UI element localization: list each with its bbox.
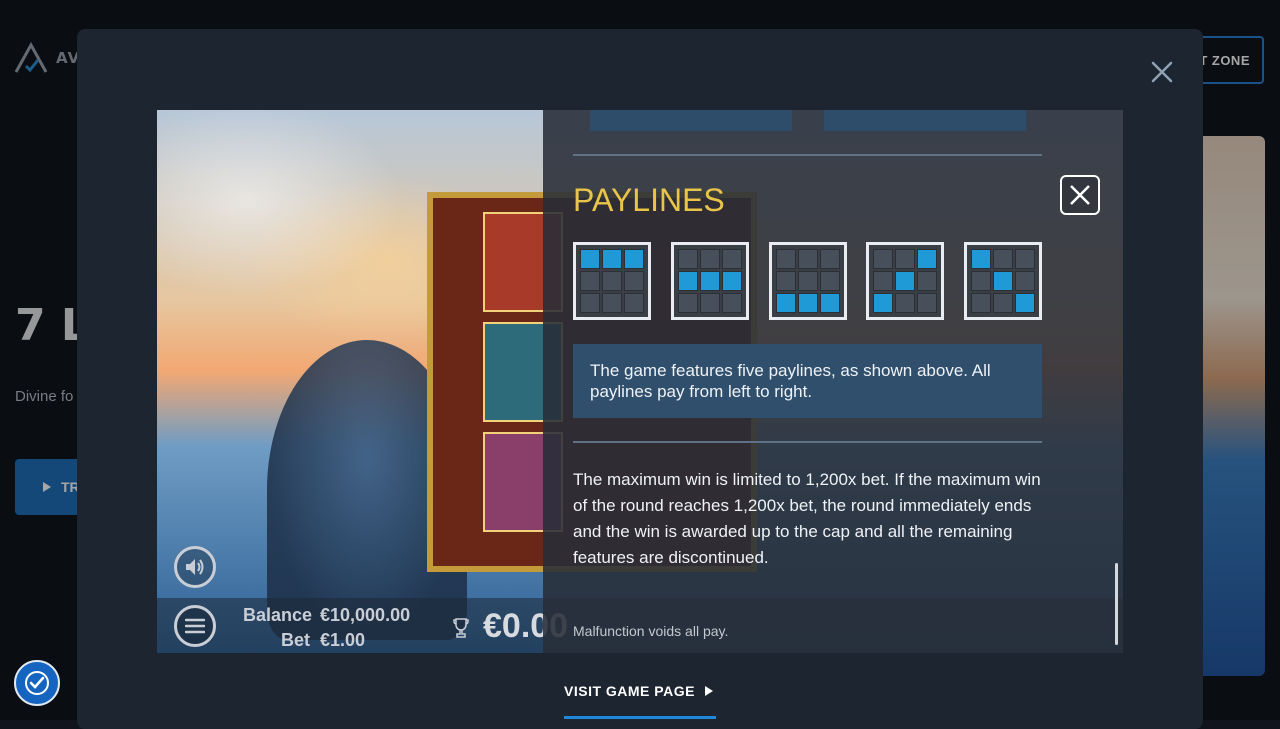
payline-cell <box>798 249 818 269</box>
payline-cell <box>602 271 622 291</box>
payline-cell-active <box>1015 293 1035 313</box>
payline-cell <box>624 293 644 313</box>
payline-cell <box>722 249 742 269</box>
close-icon[interactable] <box>1147 57 1177 87</box>
payline-cell <box>1015 249 1035 269</box>
payline-diagram <box>573 242 651 320</box>
payline-cell <box>678 249 698 269</box>
paytable-close-button[interactable] <box>1060 175 1100 215</box>
payline-cell <box>776 271 796 291</box>
paytable-panel: PAYLINES The game features five paylines… <box>543 110 1123 653</box>
payline-cell-active <box>993 271 1013 291</box>
payline-cell <box>776 249 796 269</box>
visit-link-underline <box>564 716 716 719</box>
sound-button[interactable] <box>174 546 216 588</box>
malfunction-text: Malfunction voids all pay. <box>573 623 729 639</box>
payline-cell <box>798 271 818 291</box>
visit-game-page-link[interactable]: VISIT GAME PAGE <box>564 683 713 699</box>
payline-diagram <box>671 242 749 320</box>
payline-cell-active <box>820 293 840 313</box>
paytable-tab[interactable] <box>590 110 792 131</box>
payline-cell-active <box>624 249 644 269</box>
payline-cell <box>624 271 644 291</box>
payline-cell <box>1015 271 1035 291</box>
balance-value: €10,000.00 <box>320 605 411 625</box>
payline-cell-active <box>602 249 622 269</box>
payline-cell-active <box>798 293 818 313</box>
payline-cell <box>971 293 991 313</box>
payline-cell <box>917 293 937 313</box>
payline-cell-active <box>722 271 742 291</box>
play-icon <box>704 686 713 696</box>
game-demo-frame[interactable]: Balance €10,000.00 Bet €1.00 €0.00 PAYLI… <box>157 110 1123 653</box>
payline-cell <box>895 249 915 269</box>
payline-cell <box>722 293 742 313</box>
payline-cell <box>873 249 893 269</box>
payline-cell <box>700 293 720 313</box>
payline-cell-active <box>776 293 796 313</box>
paylines-info: The game features five paylines, as show… <box>573 344 1042 418</box>
payline-cell <box>580 293 600 313</box>
bet-value: €1.00 <box>320 630 366 650</box>
payline-cell <box>678 293 698 313</box>
paytable-tab[interactable] <box>824 110 1026 131</box>
payline-cell <box>602 293 622 313</box>
payline-diagram <box>866 242 944 320</box>
close-icon <box>1070 185 1090 205</box>
scrollbar[interactable] <box>1115 563 1118 645</box>
balance-label: Balance <box>243 605 313 625</box>
payline-cell <box>895 293 915 313</box>
payline-cell-active <box>700 271 720 291</box>
menu-button[interactable] <box>174 605 216 647</box>
payline-diagram <box>964 242 1042 320</box>
payline-cell-active <box>580 249 600 269</box>
divider <box>573 441 1042 443</box>
payline-cell-active <box>873 293 893 313</box>
payline-cell <box>917 271 937 291</box>
payline-cell <box>820 249 840 269</box>
speaker-icon <box>186 559 204 575</box>
divider <box>573 154 1042 156</box>
trophy-icon <box>453 618 469 638</box>
max-win-text: The maximum win is limited to 1,200x bet… <box>573 470 1041 567</box>
visit-game-page-label: VISIT GAME PAGE <box>564 683 695 699</box>
payline-cell-active <box>678 271 698 291</box>
payline-cell-active <box>971 249 991 269</box>
game-modal: Balance €10,000.00 Bet €1.00 €0.00 PAYLI… <box>77 29 1203 729</box>
payline-cell <box>993 249 1013 269</box>
payline-cell-active <box>895 271 915 291</box>
payline-cell <box>993 293 1013 313</box>
payline-cell <box>820 271 840 291</box>
privacy-check-icon <box>25 671 49 695</box>
bet-label: Bet <box>281 630 311 650</box>
cookie-settings-button[interactable] <box>14 660 60 706</box>
payline-cell <box>580 271 600 291</box>
payline-cell <box>971 271 991 291</box>
paylines-heading: PAYLINES <box>573 182 725 218</box>
payline-cell <box>873 271 893 291</box>
menu-icon <box>185 618 205 634</box>
payline-cell-active <box>917 249 937 269</box>
payline-diagram <box>769 242 847 320</box>
payline-cell <box>700 249 720 269</box>
